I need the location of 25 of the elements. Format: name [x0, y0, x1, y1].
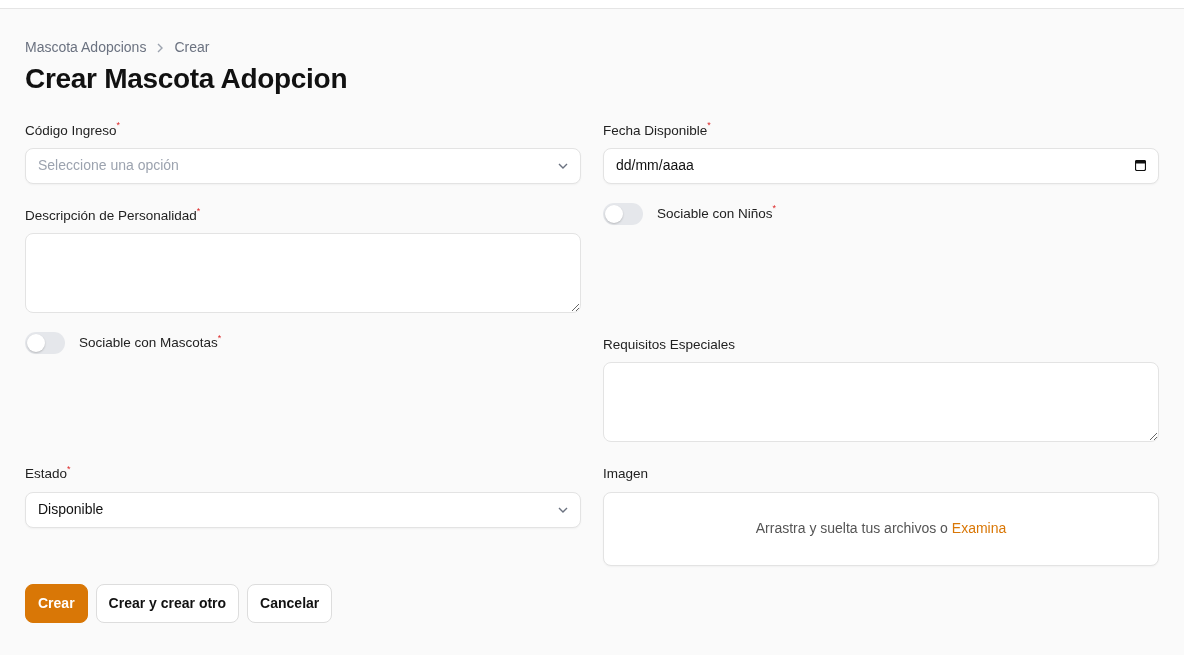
action-button[interactable]: Cancelar: [247, 583, 333, 623]
action-button[interactable]: Crear y crear otro: [95, 583, 240, 623]
text-area[interactable]: [25, 233, 581, 314]
field-label: Requisitos Especiales: [603, 336, 736, 355]
chevron-down-icon: [558, 506, 568, 513]
dropzone-text: Arrastra y suelta tus archivos o Examina: [755, 519, 1007, 539]
breadcrumb-link[interactable]: Mascota Adopcions: [25, 37, 147, 58]
calendar-icon: [1135, 160, 1146, 172]
text-area[interactable]: [603, 362, 1159, 443]
chevron-icon: [156, 42, 165, 53]
toggle-switch[interactable]: [603, 202, 643, 225]
field-label: Sociable con Mascotas$^{*}$: [79, 332, 222, 352]
field-label: Código Ingreso$^{*}$: [25, 120, 121, 140]
breadcrumb-current: Crear: [174, 38, 210, 57]
field-label: Descripción de Personalidad$^{*}$: [25, 205, 201, 225]
field-label: Fecha Disponible$^{*}$: [603, 120, 711, 140]
field-label: Imagen: [603, 465, 649, 484]
field-label: Estado$^{*}$: [25, 464, 71, 484]
toggle-switch[interactable]: [25, 332, 65, 355]
chevron-down-icon: [558, 162, 568, 169]
date-field[interactable]: dd/mm/aaaa: [603, 147, 1159, 184]
field-label: Sociable con Niños$^{*}$: [657, 203, 777, 223]
select-field[interactable]: Disponible: [25, 491, 581, 528]
file-dropzone[interactable]: Arrastra y suelta tus archivos o Examina: [603, 491, 1159, 566]
page-title: Crear Mascota Adopcion: [25, 62, 349, 96]
